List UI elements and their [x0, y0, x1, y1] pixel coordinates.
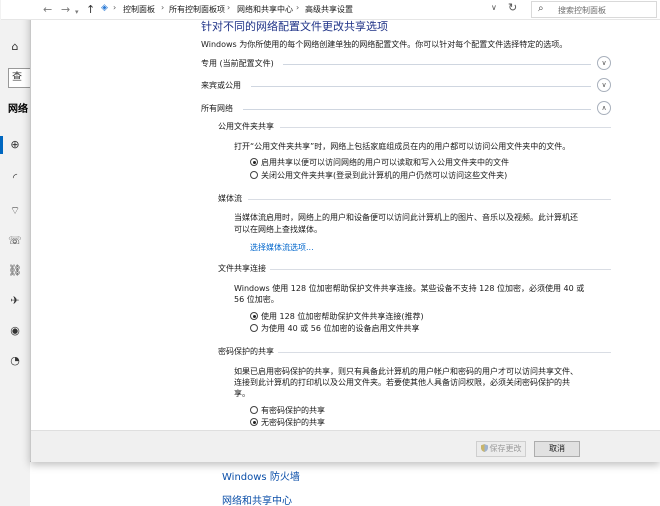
expand-chevron-icon[interactable]: ∨ — [597, 56, 611, 70]
breadcrumb-control-panel[interactable]: 控制面板 — [123, 4, 155, 15]
forward-button[interactable]: → — [61, 3, 70, 17]
settings-search-input[interactable]: 查 — [8, 68, 32, 88]
control-panel-icon: ◈ — [101, 3, 108, 13]
profile-label: 来宾或公用 — [201, 81, 241, 90]
divider — [251, 86, 591, 87]
media-options-link[interactable]: 选择媒体流选项... — [250, 242, 314, 253]
address-dropdown-icon[interactable]: ∨ — [491, 3, 497, 12]
recent-locations-icon[interactable]: ▾ — [75, 5, 79, 19]
password-description-line1: 如果已启用密码保护的共享，则只有具备此计算机的用户帐户和密码的用户才可以访问共享… — [234, 367, 578, 376]
network-sharing-center-link[interactable]: 网络和共享中心 — [222, 492, 292, 506]
media-description-line1: 当媒体流启用时，网络上的用户和设备便可以访问此计算机上的图片、音乐以及视频。此计… — [234, 213, 578, 222]
profile-label: 所有网络 — [201, 104, 233, 113]
divider — [283, 64, 591, 65]
profile-label: 专用 (当前配置文件) — [201, 59, 274, 68]
file-sharing-description-line1: Windows 使用 128 位加密帮助保护文件共享连接。某些设备不支持 128… — [234, 284, 585, 293]
breadcrumb-separator-icon: › — [227, 3, 231, 12]
refresh-icon[interactable]: ↻ — [508, 1, 517, 14]
section-title: 文件共享连接 — [218, 264, 266, 273]
breadcrumb-network-center[interactable]: 网络和共享中心 — [237, 4, 293, 15]
intro-text: Windows 为你所使用的每个网络创建单独的网络配置文件。你可以针对每个配置文… — [201, 40, 568, 49]
password-description-line3: 享。 — [234, 389, 250, 398]
selected-indicator — [0, 136, 3, 154]
public-folder-section-header: 公用文件夹共享 — [218, 121, 611, 133]
password-description-line2: 连接到此计算机的打印机以及公用文件夹。若要使其他人具备访问权限，必须关闭密码保护… — [234, 378, 570, 387]
breadcrumb-all-items[interactable]: 所有控制面板项 — [169, 4, 225, 15]
profile-guest-public[interactable]: 来宾或公用 ∨ — [201, 78, 611, 94]
divider — [248, 199, 611, 200]
file-sharing-description-line2: 56 位加密。 — [234, 295, 279, 304]
save-changes-button[interactable]: 保存更改 — [476, 441, 526, 457]
dialog-footer: 保存更改 取消 — [31, 430, 660, 462]
breadcrumb-separator-icon: › — [113, 3, 117, 12]
section-title: 公用文件夹共享 — [218, 122, 274, 131]
settings-sidebar: ← ⌂ 查 网络 ⊕ ◜ ⌔ ☏ ⛓ ✈ ◉ ◔ — [0, 0, 32, 506]
media-section-header: 媒体流 — [218, 193, 611, 205]
wifi-icon[interactable]: ◜ — [8, 171, 22, 185]
profile-private[interactable]: 专用 (当前配置文件) ∨ — [201, 56, 611, 72]
settings-content: 针对不同的网络配置文件更改共享选项 Windows 为你所使用的每个网络创建单独… — [31, 20, 660, 430]
collapse-chevron-icon[interactable]: ∧ — [597, 101, 611, 115]
password-section-header: 密码保护的共享 — [218, 346, 611, 358]
airplane-mode-icon[interactable]: ✈ — [8, 294, 22, 308]
divider — [280, 127, 611, 128]
media-description-line2: 可以在网络上查找媒体。 — [234, 225, 322, 234]
address-bar: ← → ▾ ↑ ◈ › 控制面板 › 所有控制面板项 › 网络和共享中心 › 高… — [1, 0, 660, 20]
home-icon[interactable]: ⌂ — [8, 40, 22, 54]
expand-chevron-icon[interactable]: ∨ — [597, 78, 611, 92]
up-button[interactable]: ↑ — [86, 3, 95, 17]
breadcrumb-advanced-sharing[interactable]: 高级共享设置 — [305, 4, 353, 15]
radio-label: 为使用 40 或 56 位加密的设备启用文件共享 — [261, 324, 420, 333]
ethernet-icon[interactable]: ⌔ — [8, 204, 22, 218]
radio-label: 无密码保护的共享 — [261, 418, 325, 427]
radio-button[interactable] — [250, 418, 258, 426]
breadcrumb: ◈ › 控制面板 › 所有控制面板项 › 网络和共享中心 › 高级共享设置 — [99, 2, 501, 18]
breadcrumb-separator-icon: › — [161, 3, 165, 12]
radio-label: 启用共享以便可以访问网络的用户可以读取和写入公用文件夹中的文件 — [261, 158, 509, 167]
vpn-icon[interactable]: ⛓ — [8, 264, 22, 278]
uac-shield-icon — [480, 444, 488, 452]
status-globe-icon[interactable]: ⊕ — [8, 138, 22, 152]
radio-label: 关闭公用文件夹共享(登录到此计算机的用户仍然可以访问这些文件夹) — [261, 171, 508, 180]
divider — [243, 109, 591, 110]
radio-label: 使用 128 位加密帮助保护文件共享连接(推荐) — [261, 312, 424, 321]
search-placeholder: 搜索控制面板 — [558, 6, 606, 15]
save-changes-label: 保存更改 — [489, 444, 522, 453]
radio-button[interactable] — [250, 324, 258, 332]
radio-button[interactable] — [250, 158, 258, 166]
radio-label: 有密码保护的共享 — [261, 406, 325, 415]
data-usage-icon[interactable]: ◔ — [8, 354, 22, 368]
cancel-button[interactable]: 取消 — [534, 441, 580, 457]
back-button[interactable]: ← — [43, 3, 52, 17]
profile-all-networks[interactable]: 所有网络 ∧ — [201, 101, 611, 117]
breadcrumb-separator-icon: › — [296, 3, 300, 12]
divider — [270, 269, 611, 270]
page-title: 针对不同的网络配置文件更改共享选项 — [201, 20, 388, 33]
radio-button[interactable] — [250, 312, 258, 320]
file-sharing-section-header: 文件共享连接 — [218, 263, 611, 275]
radio-button[interactable] — [250, 406, 258, 414]
control-panel-search[interactable]: ⌕ 搜索控制面板 — [531, 1, 657, 18]
public-folder-description: 打开“公用文件夹共享”时，网络上包括家庭组成员在内的用户都可以访问公用文件夹中的… — [234, 142, 571, 151]
radio-button[interactable] — [250, 171, 258, 179]
dialup-icon[interactable]: ☏ — [8, 234, 22, 248]
advanced-sharing-window: ← → ▾ ↑ ◈ › 控制面板 › 所有控制面板项 › 网络和共享中心 › 高… — [1, 0, 660, 462]
section-title: 媒体流 — [218, 194, 242, 203]
search-icon: ⌕ — [538, 3, 544, 14]
section-title: 密码保护的共享 — [218, 347, 274, 356]
windows-firewall-link[interactable]: Windows 防火墙 — [222, 468, 300, 483]
divider — [278, 352, 611, 353]
hotspot-icon[interactable]: ◉ — [8, 324, 22, 338]
settings-section-title: 网络 — [8, 104, 28, 115]
